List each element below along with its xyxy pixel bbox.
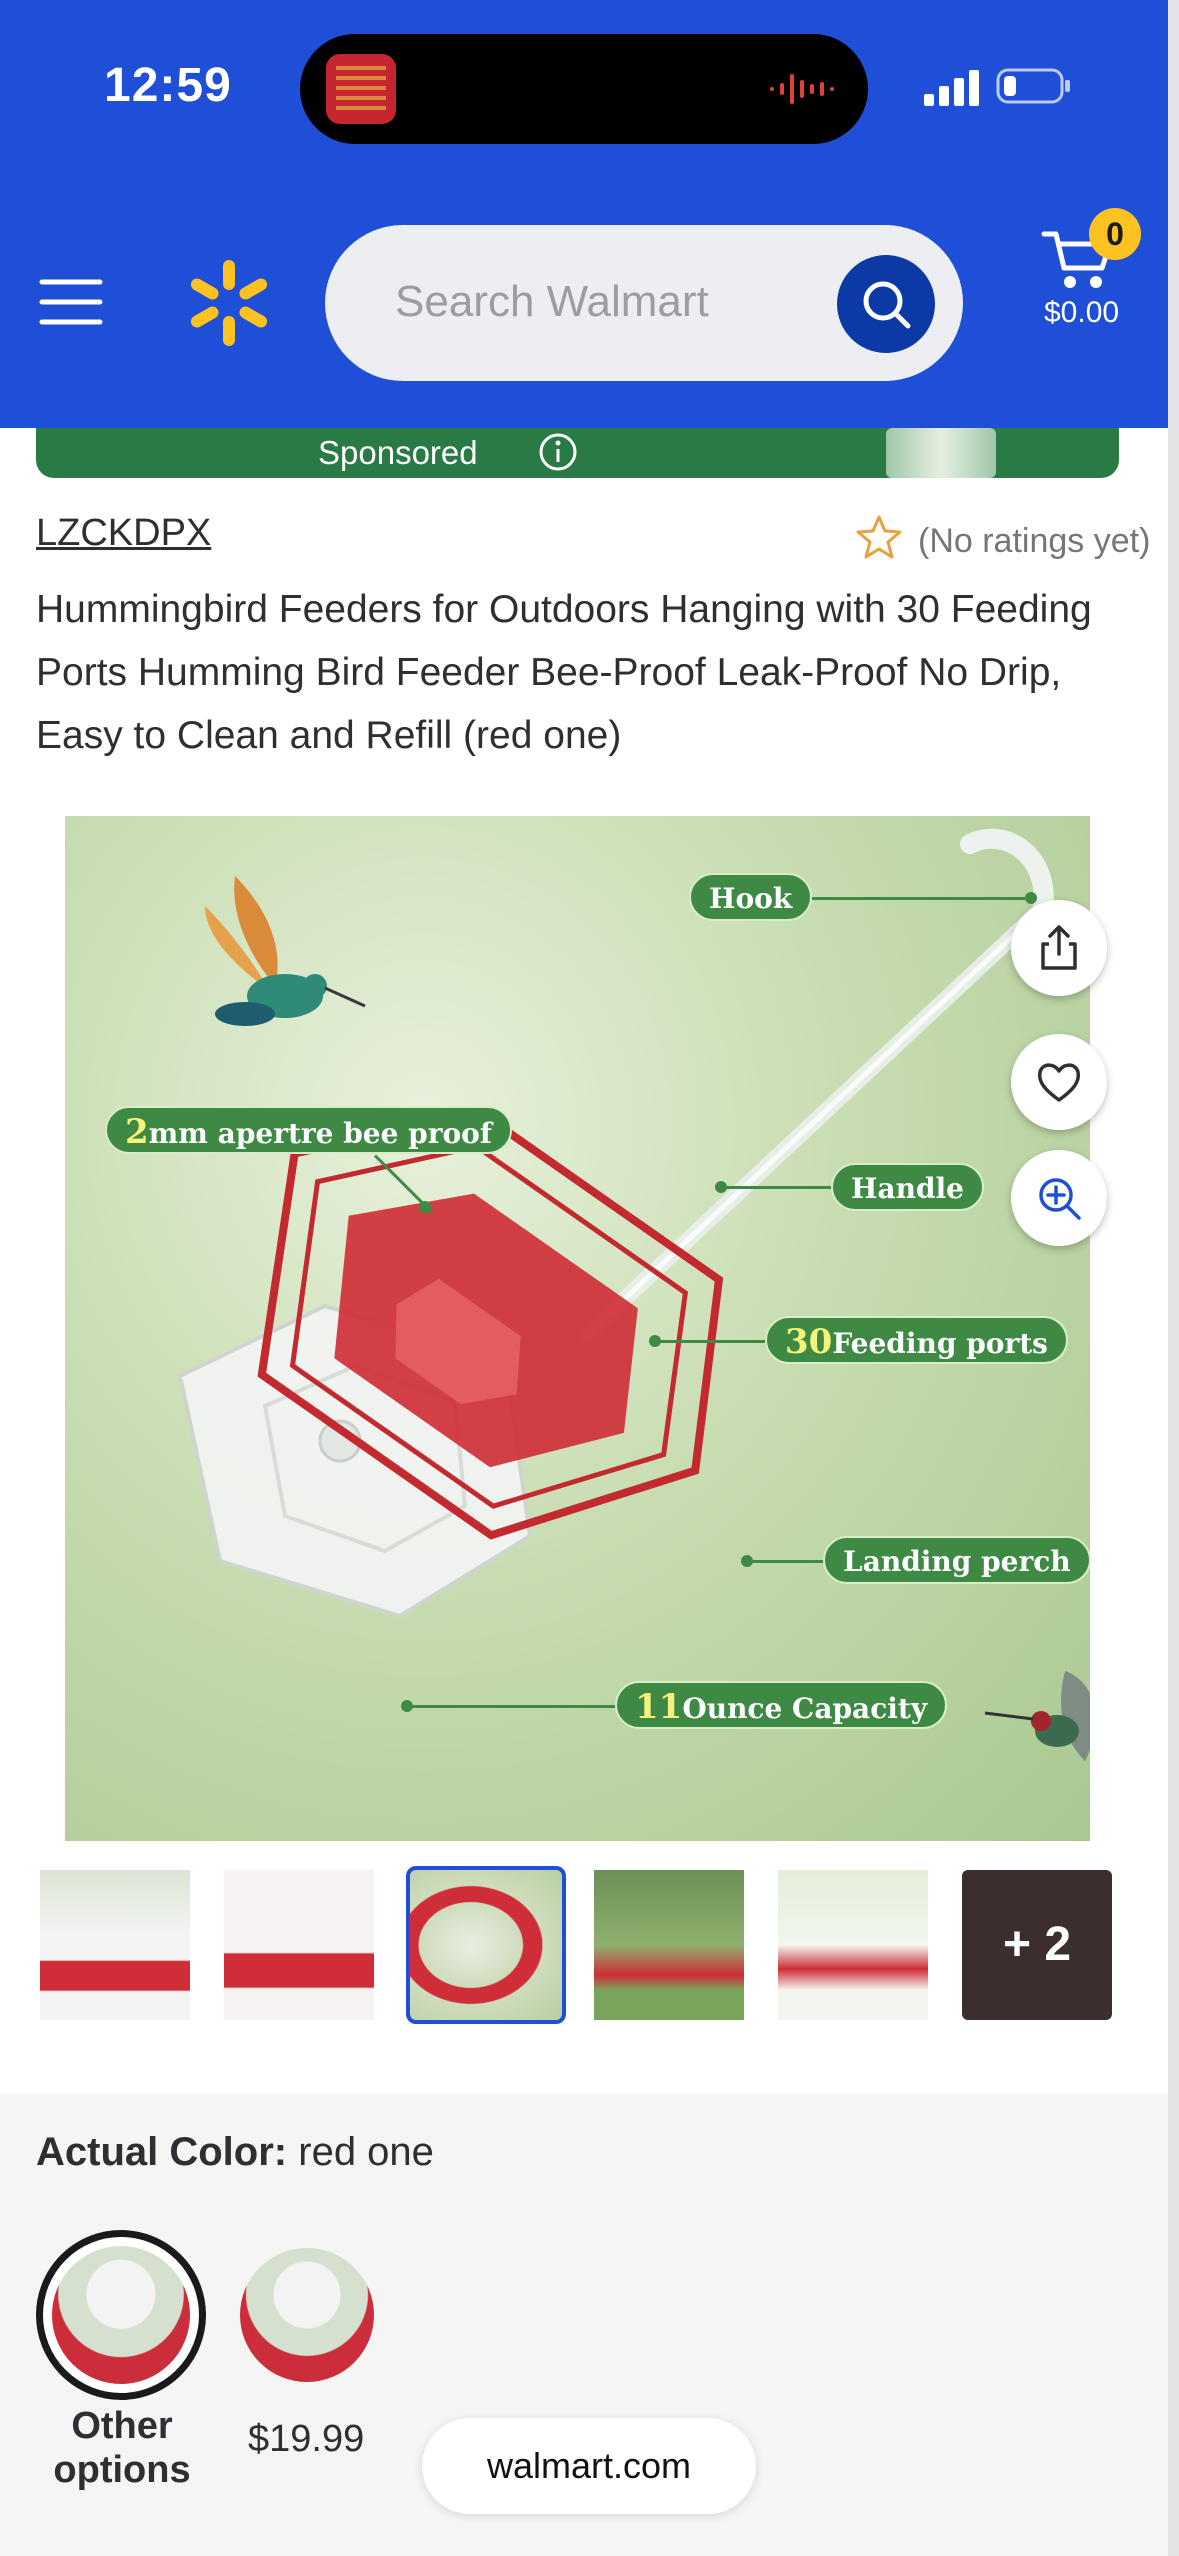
app-header: 12:59 Search Walmart 0 $0.00 <box>0 0 1168 428</box>
product-main-image[interactable]: Hook 2mm apertre bee proof Handle 30Feed… <box>65 816 1090 1841</box>
swatch-other-options-label: Other options <box>53 2405 191 2491</box>
battery-icon <box>996 68 1070 104</box>
bee-proof-text: mm apertre bee proof <box>148 1117 492 1150</box>
ports-leader-line <box>655 1340 767 1343</box>
swatch-image-1 <box>52 2246 190 2384</box>
cart-total: $0.00 <box>1044 296 1120 329</box>
color-label-key: Actual Color: <box>36 2130 288 2174</box>
sponsored-label: Sponsored <box>318 434 478 471</box>
zoom-in-icon <box>1039 1178 1081 1220</box>
heart-icon <box>1037 1063 1081 1102</box>
status-time: 12:59 <box>104 59 232 112</box>
sponsored-product-image <box>886 428 996 478</box>
menu-icon[interactable] <box>38 276 104 328</box>
ratings-text[interactable]: (No ratings yet) <box>918 522 1150 561</box>
actual-color-label: Actual Color: red one <box>36 2130 434 2175</box>
capacity-callout: 11Ounce Capacity <box>615 1681 948 1729</box>
audio-wave-icon <box>770 74 834 104</box>
handle-callout: Handle <box>831 1163 984 1211</box>
cart-count-badge: 0 <box>1089 208 1141 260</box>
sponsored-banner[interactable]: Sponsored <box>36 428 1119 478</box>
bee-proof-leader-dot <box>419 1201 431 1213</box>
hook-leader-line <box>805 897 1025 900</box>
zoom-button[interactable] <box>1011 1150 1107 1246</box>
thumbnail-4[interactable] <box>594 1870 744 2020</box>
handle-leader-line <box>721 1186 831 1189</box>
swatch-red-one[interactable] <box>240 2248 374 2382</box>
now-playing-artwork <box>326 54 396 124</box>
search-input[interactable]: Search Walmart <box>325 225 963 381</box>
thumbnail-3-selected[interactable] <box>406 1866 566 2024</box>
page-scrollbar[interactable] <box>1168 0 1179 2556</box>
search-placeholder: Search Walmart <box>395 277 709 326</box>
perch-leader-line <box>747 1560 827 1563</box>
swatch-other-options[interactable] <box>36 2230 206 2400</box>
landing-perch-callout: Landing perch <box>823 1536 1090 1584</box>
thumbnail-2[interactable] <box>224 1870 374 2020</box>
feeding-ports-callout: 30Feeding ports <box>765 1316 1068 1364</box>
ports-text: Feeding ports <box>832 1327 1048 1360</box>
capacity-number: 11 <box>635 1687 683 1727</box>
favorite-button[interactable] <box>1011 1034 1107 1130</box>
info-icon[interactable] <box>538 432 578 472</box>
capacity-leader-line <box>407 1705 627 1708</box>
cellular-signal-icon <box>924 70 979 106</box>
thumbnail-5[interactable] <box>778 1870 928 2020</box>
bee-proof-number: 2 <box>125 1112 149 1152</box>
capacity-text: Ounce Capacity <box>682 1692 928 1725</box>
bee-proof-callout: 2mm apertre bee proof <box>105 1106 512 1154</box>
more-images-button[interactable]: + 2 <box>962 1870 1112 2020</box>
walmart-spark-icon[interactable] <box>186 258 272 348</box>
swatch-price: $19.99 <box>248 2418 365 2460</box>
product-title: Hummingbird Feeders for Outdoors Hanging… <box>36 588 1092 757</box>
browser-url-pill[interactable]: walmart.com <box>422 2418 756 2514</box>
thumbnail-1[interactable] <box>40 1870 190 2020</box>
hook-leader-dot <box>1025 892 1037 904</box>
share-button[interactable] <box>1011 900 1107 996</box>
ports-number: 30 <box>785 1322 833 1362</box>
star-icon <box>856 515 902 559</box>
search-icon <box>863 281 911 329</box>
brand-link[interactable]: LZCKDPX <box>36 512 211 555</box>
search-button[interactable] <box>837 255 935 353</box>
dynamic-island[interactable] <box>300 34 868 144</box>
color-label-value: red one <box>298 2130 434 2174</box>
share-icon <box>1041 925 1077 970</box>
hook-callout: Hook <box>689 873 813 921</box>
